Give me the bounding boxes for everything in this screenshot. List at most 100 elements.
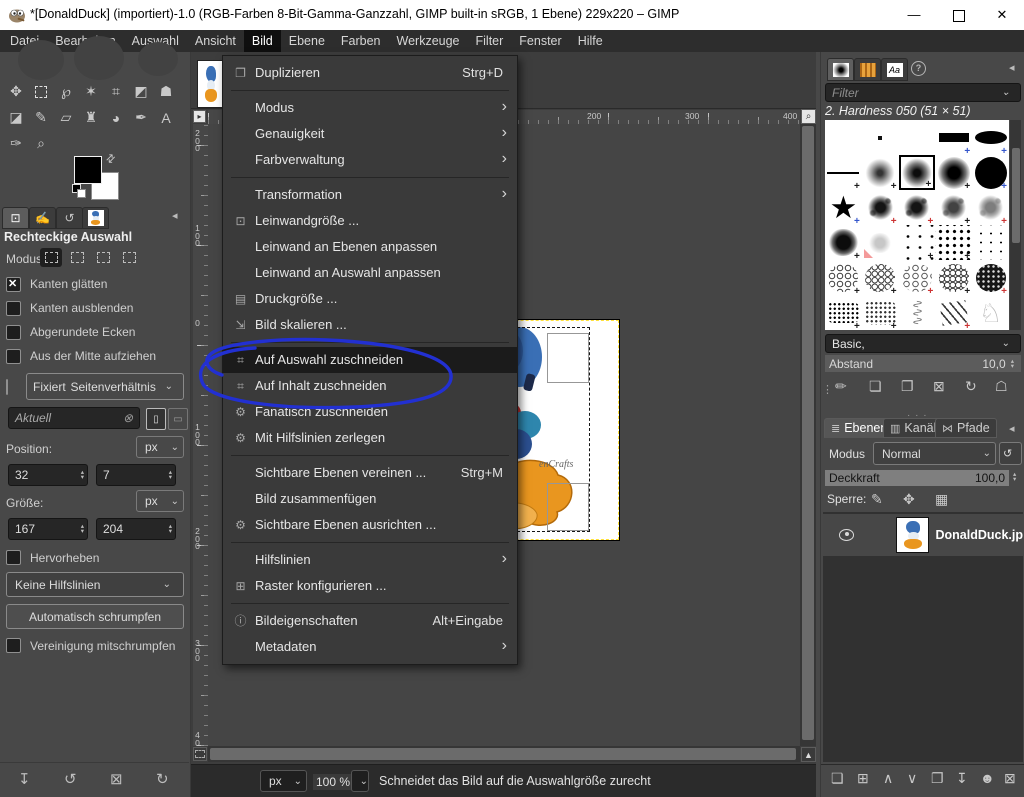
- brush-item[interactable]: [972, 295, 1009, 330]
- edit-brush-button[interactable]: ✏: [835, 378, 847, 395]
- brush-spacing-slider[interactable]: Abstand 10,0 ▴▾: [825, 355, 1021, 372]
- menu-item[interactable]: Bild zusammenfügen: [223, 486, 517, 512]
- close-button[interactable]: ✕: [980, 0, 1024, 30]
- brush-item[interactable]: +: [825, 225, 862, 260]
- menu-item[interactable]: ⓘ Bildeigenschaften Alt+Eingabe: [223, 608, 517, 634]
- size-width-spinner[interactable]: 167 ▴▾: [8, 518, 88, 540]
- tool-option-checkbox-row[interactable]: Aus der Mitte aufziehen: [6, 346, 186, 366]
- warp-tool[interactable]: ☗: [154, 80, 178, 103]
- checkbox[interactable]: [6, 301, 21, 316]
- tab-tool-options[interactable]: ⊡: [2, 207, 29, 229]
- brush-item[interactable]: +: [935, 295, 972, 330]
- swap-colors-icon[interactable]: ⇄: [103, 151, 119, 167]
- tab-undo-history[interactable]: ↺: [56, 207, 83, 229]
- brush-item[interactable]: +: [899, 155, 936, 190]
- mode-intersect-button[interactable]: [118, 248, 140, 267]
- menubar-item[interactable]: Hilfe: [570, 30, 611, 52]
- menu-item[interactable]: Transformation ›: [223, 182, 517, 208]
- brush-item[interactable]: +: [862, 155, 899, 190]
- selection-handle[interactable]: [547, 483, 589, 531]
- position-x-spinner[interactable]: 32 ▴▾: [8, 464, 88, 486]
- checkbox[interactable]: [6, 325, 21, 340]
- delete-brush-button[interactable]: ⊠: [933, 378, 945, 395]
- horizontal-scrollbar[interactable]: [208, 746, 800, 762]
- selection-handle[interactable]: [547, 333, 589, 383]
- checkbox[interactable]: [6, 277, 21, 292]
- brush-item[interactable]: +: [935, 260, 972, 295]
- zoom-dropdown-button[interactable]: ⌄: [351, 770, 369, 792]
- tab-fonts[interactable]: Aa: [881, 58, 908, 81]
- position-y-spinner[interactable]: 7 ▴▾: [96, 464, 176, 486]
- save-tool-preset-button[interactable]: ↧: [18, 770, 31, 788]
- image-tab[interactable]: [197, 60, 225, 108]
- new-layer-button[interactable]: ❏: [831, 770, 844, 787]
- rectangle-select-tool[interactable]: [29, 80, 53, 103]
- size-unit-dropdown[interactable]: px ⌄: [136, 490, 184, 512]
- brush-item[interactable]: +: [972, 155, 1009, 190]
- clone-tool[interactable]: ♜: [79, 106, 103, 129]
- checkbox[interactable]: [6, 550, 21, 565]
- brush-item[interactable]: +: [899, 225, 936, 260]
- menu-item[interactable]: Farbverwaltung ›: [223, 147, 517, 173]
- move-tool[interactable]: ✥: [4, 80, 28, 103]
- vertical-scrollbar-thumb[interactable]: [802, 126, 814, 740]
- minimize-button[interactable]: —: [892, 0, 936, 30]
- mode-add-button[interactable]: [66, 248, 88, 267]
- brush-item[interactable]: +: [935, 190, 972, 225]
- brush-item[interactable]: +: [972, 260, 1009, 295]
- brush-item[interactable]: +: [862, 295, 899, 330]
- tool-option-checkbox-row[interactable]: Abgerundete Ecken: [6, 322, 186, 342]
- menu-item[interactable]: Modus ›: [223, 95, 517, 121]
- duplicate-brush-button[interactable]: ❐: [901, 378, 914, 395]
- add-mask-button[interactable]: ☻: [980, 770, 995, 786]
- new-layer-group-button[interactable]: ⊞: [857, 770, 869, 787]
- menu-item[interactable]: ⚙ Sichtbare Ebenen ausrichten ...: [223, 512, 517, 538]
- menu-item[interactable]: ⚙ Fanatisch zuschneiden: [223, 399, 517, 425]
- open-brush-as-image-button[interactable]: ☖: [995, 378, 1008, 395]
- lower-layer-button[interactable]: ∨: [907, 770, 917, 787]
- brush-item[interactable]: [825, 120, 862, 155]
- statusbar-unit-dropdown[interactable]: px ⌄: [260, 770, 307, 792]
- spinner-arrows[interactable]: ▴▾: [166, 524, 175, 534]
- checkbox[interactable]: [6, 349, 21, 364]
- highlight-checkbox-row[interactable]: Hervorheben: [6, 550, 99, 565]
- menu-item[interactable]: Hilfslinien ›: [223, 547, 517, 573]
- zoom-tool[interactable]: ⌕: [29, 132, 53, 155]
- zoom-level-value[interactable]: 100 %: [313, 774, 353, 790]
- reset-tool-options-button[interactable]: ↻: [156, 770, 169, 788]
- brush-item[interactable]: [862, 120, 899, 155]
- guides-dropdown[interactable]: Keine Hilfslinien ⌄: [6, 572, 184, 597]
- menu-item[interactable]: [223, 173, 517, 182]
- vertical-scrollbar[interactable]: [800, 124, 816, 746]
- brush-item[interactable]: +: [862, 190, 899, 225]
- checkbox[interactable]: [6, 638, 21, 653]
- fixed-group[interactable]: Fixiert Seitenverhältnis ⌄: [26, 373, 184, 400]
- landscape-orientation-button[interactable]: ▭: [168, 408, 188, 430]
- dock-splitter-handle[interactable]: ⋮: [822, 388, 833, 393]
- spinner-arrows[interactable]: ▴▾: [1008, 359, 1017, 369]
- menubar-item[interactable]: Werkzeuge: [389, 30, 468, 52]
- fuzzy-select-tool[interactable]: ✶: [79, 80, 103, 103]
- quick-mask-button[interactable]: [193, 747, 207, 761]
- menu-item[interactable]: ⊡ Leinwandgröße ...: [223, 208, 517, 234]
- brush-item[interactable]: +: [935, 225, 972, 260]
- clear-input-icon[interactable]: ⊗: [123, 411, 133, 425]
- brush-item[interactable]: [972, 225, 1009, 260]
- brush-item[interactable]: +: [825, 260, 862, 295]
- menu-item[interactable]: ▤ Druckgröße ...: [223, 286, 517, 312]
- tab-image-thumbnail[interactable]: [82, 207, 109, 229]
- zoom-follow-window-button[interactable]: ⌕: [801, 109, 816, 124]
- brush-filter-input[interactable]: Filter ⌄: [825, 83, 1021, 102]
- aspect-ratio-input[interactable]: Aktuell ⊗: [8, 407, 140, 429]
- brush-item[interactable]: +: [825, 295, 862, 330]
- spinner-arrows[interactable]: ▴▾: [78, 524, 87, 534]
- menu-item[interactable]: ⌗ Auf Inhalt zuschneiden: [223, 373, 517, 399]
- navigation-button[interactable]: ▲: [801, 747, 816, 762]
- menu-item[interactable]: ⊞ Raster konfigurieren ...: [223, 573, 517, 599]
- menubar-item[interactable]: Filter: [468, 30, 512, 52]
- menu-item[interactable]: ⌗ Auf Auswahl zuschneiden: [223, 347, 517, 373]
- help-icon[interactable]: ?: [911, 61, 926, 76]
- tab-brushes[interactable]: [827, 58, 854, 81]
- layer-thumbnail[interactable]: [896, 517, 929, 553]
- menu-item[interactable]: Metadaten ›: [223, 634, 517, 660]
